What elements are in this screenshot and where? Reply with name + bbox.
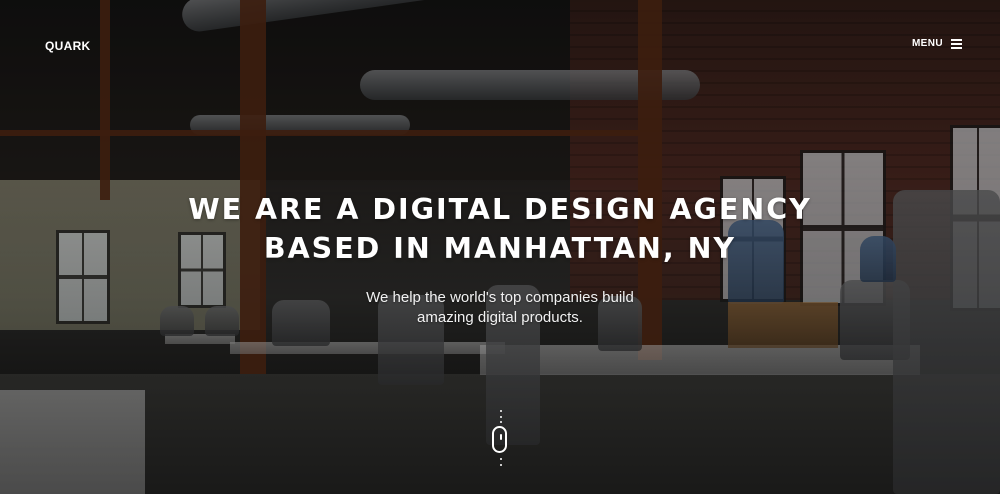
hero-section: WE ARE A DIGITAL DESIGN AGENCY BASED IN … xyxy=(0,190,1000,328)
hamburger-icon xyxy=(951,39,962,49)
menu-label: MENU xyxy=(911,38,943,49)
hero-title-line-2: BASED IN MANHATTAN, NY xyxy=(263,232,737,265)
hero-subtitle-line-1: We help the world's top companies build xyxy=(366,289,634,306)
menu-button[interactable]: MENU xyxy=(912,38,962,49)
hero-subtitle: We help the world's top companies build … xyxy=(0,288,1000,328)
scroll-down-button[interactable] xyxy=(490,410,512,470)
brand-logo[interactable]: QUARK xyxy=(45,39,91,53)
hero-title: WE ARE A DIGITAL DESIGN AGENCY BASED IN … xyxy=(0,190,1000,268)
hero-subtitle-line-2: amazing digital products. xyxy=(417,309,583,326)
mouse-scroll-icon xyxy=(492,426,507,453)
hero-title-line-1: WE ARE A DIGITAL DESIGN AGENCY xyxy=(188,193,812,226)
